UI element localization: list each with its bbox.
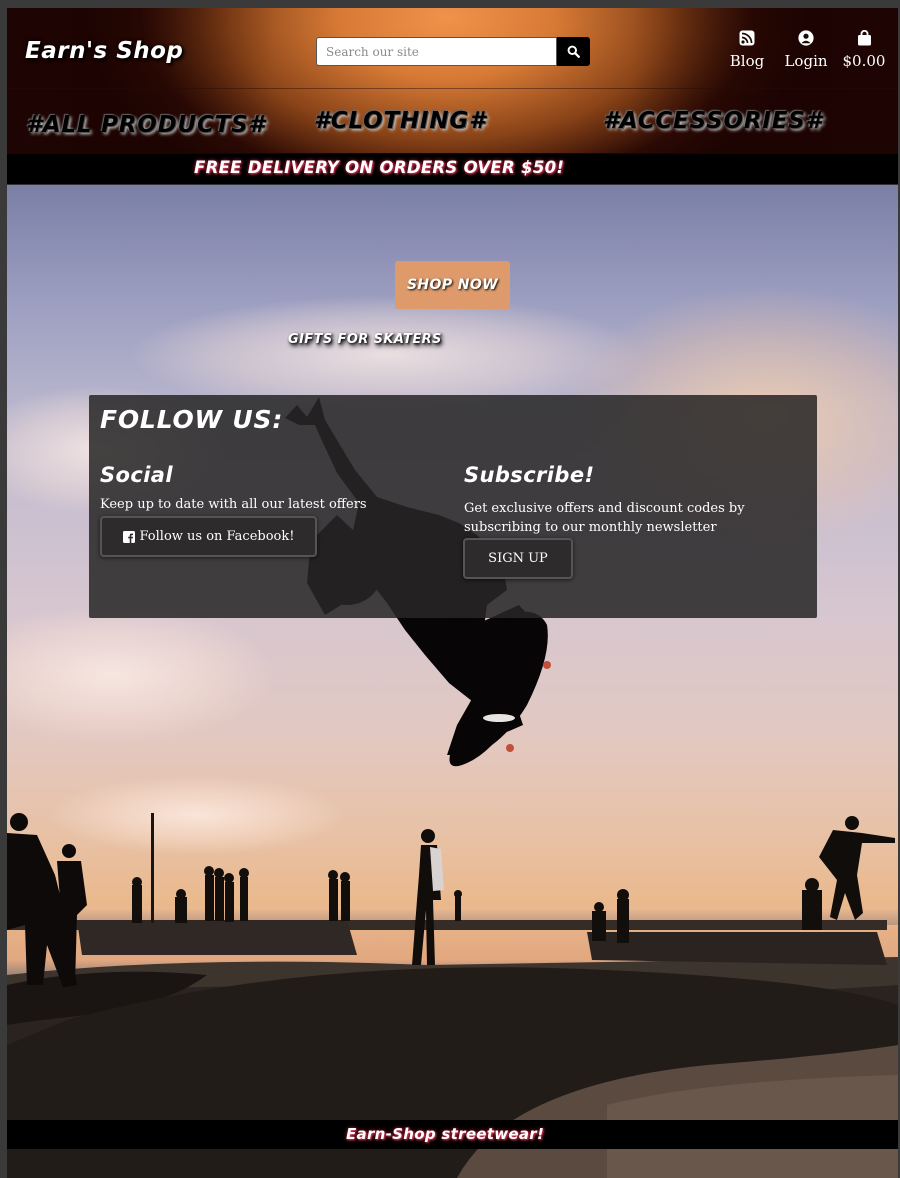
sign-up-button[interactable]: SIGN UP — [463, 538, 573, 579]
nav-divider — [7, 88, 898, 89]
gifts-tagline: GIFTS FOR SKATERS — [288, 332, 442, 347]
shopping-bag-link[interactable]: $0.00 — [840, 30, 888, 70]
follow-title: FOLLOW US: — [100, 405, 284, 434]
nav-clothing[interactable]: #CLOTHING# — [314, 108, 486, 134]
nav-accessories[interactable]: #ACCESSORIES# — [603, 108, 822, 134]
site-logo[interactable]: Earn's Shop — [25, 38, 183, 64]
subscribe-title: Subscribe! — [464, 463, 595, 487]
page-frame: Earn's Shop Blog — [7, 8, 898, 1178]
shop-now-button[interactable]: SHOP NOW — [395, 261, 510, 309]
sign-up-label: SIGN UP — [488, 551, 548, 566]
search-input[interactable] — [316, 37, 557, 66]
user-circle-icon — [798, 30, 814, 46]
facebook-square-icon — [122, 530, 135, 543]
facebook-button-label: Follow us on Facebook! — [139, 529, 295, 544]
follow-panel: FOLLOW US: Social Keep up to date with a… — [89, 395, 817, 618]
nav-all-products[interactable]: #ALL PRODUCTS# — [26, 112, 265, 138]
footer-text: Earn-Shop streetwear! — [346, 1125, 545, 1143]
shopping-bag-icon — [857, 30, 871, 46]
skatepark-silhouette — [7, 397, 898, 1178]
delivery-banner: FREE DELIVERY ON ORDERS OVER $50! — [7, 154, 898, 185]
subscribe-text: Get exclusive offers and discount codes … — [464, 501, 745, 535]
login-label: Login — [784, 52, 828, 70]
header-links: Blog Login $0.00 — [724, 30, 888, 70]
search-icon — [567, 45, 580, 58]
social-title: Social — [100, 463, 173, 487]
site-header: Earn's Shop Blog — [7, 8, 898, 154]
social-text: Keep up to date with all our latest offe… — [100, 497, 367, 512]
blog-link[interactable]: Blog — [724, 30, 770, 70]
rss-icon — [739, 30, 755, 46]
search-button[interactable] — [557, 37, 590, 66]
site-footer: Earn-Shop streetwear! — [7, 1120, 898, 1149]
login-link[interactable]: Login — [780, 30, 832, 70]
bag-total: $0.00 — [842, 52, 886, 70]
delivery-banner-text: FREE DELIVERY ON ORDERS OVER $50! — [194, 158, 565, 177]
hero-section: SHOP NOW GIFTS FOR SKATERS FOLLOW US: So… — [7, 185, 898, 1178]
facebook-button[interactable]: Follow us on Facebook! — [100, 516, 317, 557]
blog-label: Blog — [729, 52, 765, 70]
search-form — [316, 37, 590, 66]
